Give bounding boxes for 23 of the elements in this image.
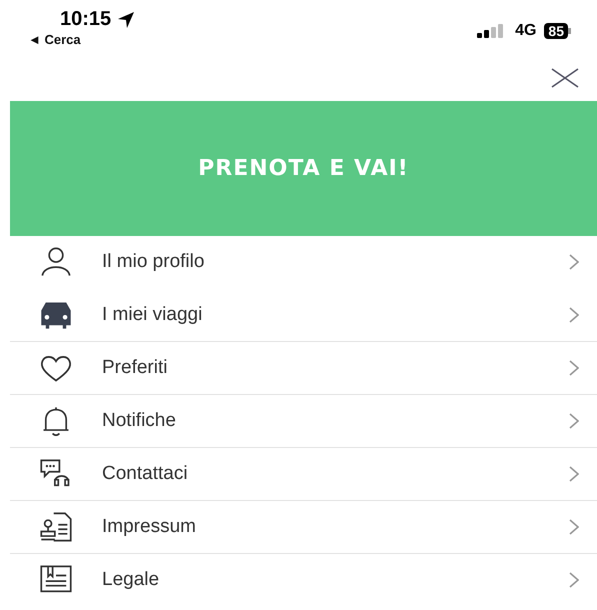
chevron-right-icon [569, 413, 579, 429]
banner-title: PRENOTA E VAI! [198, 156, 409, 181]
menu-item[interactable]: I miei viaggi [10, 289, 597, 342]
clock-time: 10:15 [60, 8, 112, 31]
location-arrow-icon [117, 10, 136, 28]
battery-level: 85 [544, 22, 568, 38]
menu-item[interactable]: Preferiti [10, 342, 597, 395]
close-icon[interactable] [551, 68, 579, 88]
menu-item[interactable]: Impressum [10, 501, 597, 554]
battery-cap-icon [568, 28, 571, 34]
stamp-document-icon [38, 510, 74, 544]
chevron-right-icon [569, 572, 579, 588]
menu-item[interactable]: Notifiche [10, 395, 597, 448]
chevron-right-icon [569, 307, 579, 323]
menu-item[interactable]: Il mio profilo [10, 236, 597, 289]
chevron-right-icon [569, 254, 579, 270]
menu-item[interactable]: Contattaci [10, 448, 597, 501]
network-label: 4G [515, 22, 536, 40]
back-link[interactable]: ◄ Cerca [28, 32, 136, 47]
menu-item[interactable]: Legale [10, 554, 597, 607]
chevron-right-icon [569, 360, 579, 376]
chevron-right-icon [569, 466, 579, 482]
chevron-right-icon [569, 519, 579, 535]
